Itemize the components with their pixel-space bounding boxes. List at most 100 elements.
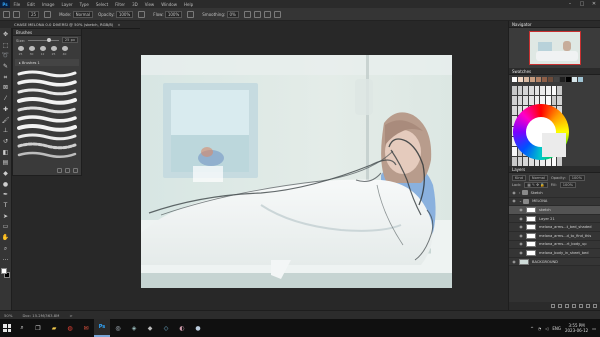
color-swatch[interactable]	[512, 156, 517, 166]
color-swatch[interactable]	[557, 96, 562, 106]
navigator-panel[interactable]	[509, 28, 600, 68]
brush-size-slider-knob[interactable]	[46, 37, 51, 42]
layer-row[interactable]: ◉ melona_arms...t_bed_shaded	[509, 223, 600, 232]
fill-input[interactable]: 100%	[559, 181, 577, 188]
color-swatch[interactable]	[551, 96, 557, 106]
network-icon[interactable]: ◔	[538, 326, 542, 331]
layer-row[interactable]: ◉ BACKGROUND	[509, 258, 600, 267]
mode-dropdown[interactable]: Normal	[72, 10, 94, 18]
adjustment-layer-icon[interactable]	[572, 304, 576, 308]
history-brush-tool-icon[interactable]: ↺	[2, 138, 10, 146]
brush-tool-icon[interactable]	[13, 10, 20, 18]
color-swatch[interactable]	[557, 156, 562, 166]
eyedropper-tool-icon[interactable]: ⁄	[2, 95, 10, 103]
brush-size-dropdown[interactable]: 25	[28, 10, 40, 18]
pressure-size-icon[interactable]	[263, 10, 271, 18]
lasso-tool-icon[interactable]: ➰	[2, 52, 10, 60]
move-tool-icon[interactable]: ✥	[2, 31, 10, 39]
dodge-tool-icon[interactable]: ●	[2, 181, 10, 189]
lock-icons[interactable]: ▦ ✎ ✥ 🔒	[524, 181, 548, 188]
swatches-panel-title[interactable]: Swatches	[509, 68, 600, 75]
layer-row[interactable]: ◉ › Sketch	[509, 189, 600, 198]
airbrush-icon[interactable]	[187, 10, 195, 18]
zoom-level[interactable]: 50%	[4, 313, 12, 318]
marquee-tool-icon[interactable]: ⬚	[2, 42, 10, 50]
color-swatch[interactable]	[523, 86, 528, 96]
color-swatch[interactable]	[530, 77, 535, 82]
more-tools-icon[interactable]: …	[2, 255, 10, 263]
new-brush-group-icon[interactable]	[57, 168, 62, 173]
menu-type[interactable]: Type	[76, 2, 92, 7]
layer-row[interactable]: ◉ melona_body_in_sheet_bed	[509, 249, 600, 258]
brush-preset[interactable]: 25	[16, 46, 25, 56]
visibility-eye-icon[interactable]: ◉	[518, 216, 524, 222]
blur-tool-icon[interactable]: ◆	[2, 170, 10, 178]
color-swatch[interactable]	[517, 156, 523, 166]
new-brush-icon[interactable]	[65, 168, 70, 173]
brush-preset[interactable]: 40	[60, 46, 69, 56]
brush-preset[interactable]: 12	[38, 46, 47, 56]
pressure-opacity-icon[interactable]	[138, 10, 146, 18]
quick-select-tool-icon[interactable]: ✎	[2, 63, 10, 71]
brush-stroke-previews[interactable]	[17, 68, 77, 162]
volume-icon[interactable]: ◁	[545, 326, 548, 331]
color-swatch[interactable]	[542, 77, 547, 82]
app-icon[interactable]: ●	[190, 319, 206, 337]
color-swatch[interactable]	[523, 96, 528, 106]
start-button[interactable]	[0, 319, 14, 337]
color-palette[interactable]	[509, 84, 600, 166]
color-picker-square[interactable]	[542, 133, 566, 157]
brush-preset[interactable]: 25	[49, 46, 58, 56]
new-group-icon[interactable]	[579, 304, 583, 308]
delete-brush-icon[interactable]	[73, 168, 78, 173]
minimize-icon[interactable]: –	[564, 0, 576, 8]
visibility-eye-icon[interactable]: ◉	[518, 250, 524, 256]
artwork[interactable]	[141, 55, 452, 288]
brush-settings-icon[interactable]	[44, 10, 52, 18]
visibility-eye-icon[interactable]: ◉	[511, 259, 517, 265]
crop-tool-icon[interactable]: ⌗	[2, 74, 10, 82]
color-swatch[interactable]	[517, 96, 523, 106]
rectangle-tool-icon[interactable]: ▭	[2, 223, 10, 231]
menu-filter[interactable]: Filter	[112, 2, 129, 7]
steam-icon[interactable]: ◎	[110, 319, 126, 337]
new-layer-icon[interactable]	[586, 304, 590, 308]
symmetry-icon[interactable]	[273, 10, 281, 18]
brush-preset[interactable]: 30	[27, 46, 36, 56]
app-icon[interactable]: ◆	[142, 319, 158, 337]
color-swatch[interactable]	[517, 86, 523, 96]
brush-size-input[interactable]: 25 px	[61, 37, 78, 43]
maximize-icon[interactable]: □	[576, 0, 588, 8]
color-swatch[interactable]	[551, 86, 557, 96]
task-view-icon[interactable]: ❐	[30, 319, 46, 337]
pen-tool-icon[interactable]: ✒	[2, 191, 10, 199]
visibility-eye-icon[interactable]: ◉	[518, 224, 524, 230]
chrome-icon[interactable]: ◍	[62, 319, 78, 337]
menu-window[interactable]: Window	[158, 2, 181, 7]
menu-layer[interactable]: Layer	[58, 2, 76, 7]
language-indicator[interactable]: ENG	[552, 326, 561, 331]
brush-tool-icon[interactable]: 🖌	[2, 117, 10, 125]
color-swatch[interactable]	[551, 156, 557, 166]
layer-row[interactable]: ◉ Layer 21	[509, 215, 600, 224]
smoothing-input[interactable]: 0%	[226, 10, 239, 18]
color-swatch[interactable]	[512, 106, 517, 116]
visibility-eye-icon[interactable]: ◉	[511, 190, 517, 196]
color-swatch[interactable]	[512, 86, 517, 96]
color-swatch[interactable]	[578, 77, 583, 82]
visibility-eye-icon[interactable]: ◉	[518, 233, 524, 239]
color-swatch[interactable]	[572, 77, 577, 82]
color-swatch[interactable]	[545, 86, 551, 96]
color-swatch[interactable]	[540, 86, 545, 96]
app-icon[interactable]: ◇	[158, 319, 174, 337]
menu-3d[interactable]: 3D	[129, 2, 142, 7]
menu-image[interactable]: Image	[38, 2, 58, 7]
visibility-eye-icon[interactable]: ◉	[511, 198, 517, 204]
color-wheel[interactable]	[513, 104, 569, 160]
smoothing-settings-icon[interactable]	[243, 10, 251, 18]
link-layers-icon[interactable]	[551, 304, 555, 308]
layer-row[interactable]: ◉ ⌄ MELONA	[509, 198, 600, 207]
close-document-icon[interactable]: ×	[117, 22, 120, 27]
brush-size-slider[interactable]	[28, 37, 59, 42]
gradient-tool-icon[interactable]: ▤	[2, 159, 10, 167]
